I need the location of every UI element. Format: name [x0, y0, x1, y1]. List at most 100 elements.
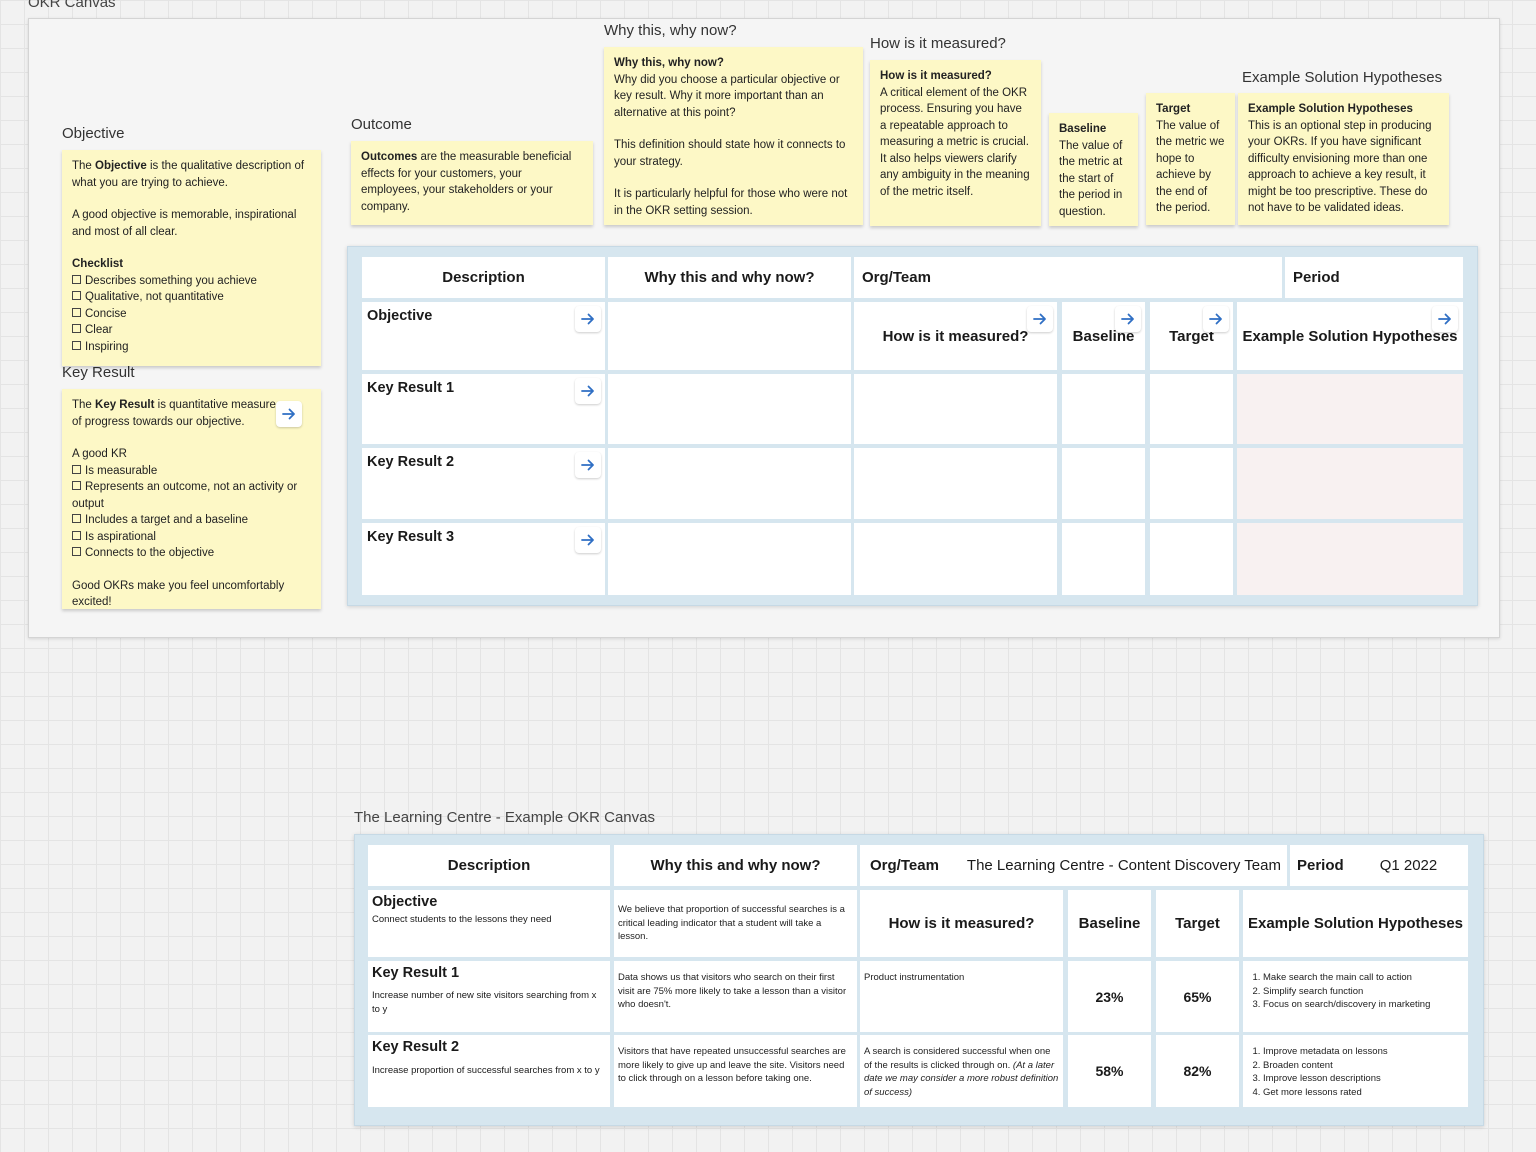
example-sticky-note[interactable]: Example Solution Hypotheses This is an o… [1238, 93, 1449, 225]
ex-header-target: Target [1156, 890, 1239, 957]
kr1-how-cell[interactable] [854, 374, 1057, 444]
ex-kr1-how[interactable]: Product instrumentation [860, 961, 1063, 1032]
kr3-how-cell[interactable] [854, 523, 1057, 595]
ex-objective-cell[interactable]: Objective Connect students to the lesson… [368, 890, 610, 957]
kr3-target-cell[interactable] [1150, 523, 1233, 595]
checkbox-icon [72, 274, 81, 284]
kr2-why-cell[interactable] [608, 448, 851, 519]
kr1-baseline-cell[interactable] [1062, 374, 1145, 444]
solution-list: Improve metadata on lessons Broaden cont… [1247, 1045, 1464, 1099]
checkbox-icon [72, 340, 81, 350]
text: Is aspirational [85, 530, 156, 543]
ex-kr1-label: Key Result 1 [372, 965, 460, 981]
ex-header-how: How is it measured? [860, 890, 1063, 957]
label-example: Example Solution Hypotheses [1242, 69, 1443, 86]
arrow-right-icon[interactable] [1115, 306, 1141, 332]
example-canvas-title[interactable]: The Learning Centre - Example OKR Canvas [354, 809, 655, 826]
text-bold: Example Solution Hypotheses [1248, 103, 1413, 115]
ex-kr1-baseline[interactable]: 23% [1068, 961, 1151, 1032]
ex-kr2-target[interactable]: 82% [1156, 1035, 1239, 1107]
arrow-right-icon[interactable] [1432, 306, 1458, 332]
row-kr1-label[interactable]: Key Result 1 [362, 374, 605, 444]
kr3-example-cell[interactable] [1237, 523, 1463, 595]
objective-sticky-note[interactable]: The Objective is the qualitative descrip… [62, 150, 321, 366]
kr2-baseline-cell[interactable] [1062, 448, 1145, 519]
ex-header-example: Example Solution Hypotheses [1243, 890, 1468, 957]
label-key-result: Key Result [62, 364, 135, 381]
ex-kr2-solutions[interactable]: Improve metadata on lessons Broaden cont… [1243, 1035, 1468, 1107]
period-value: Q1 2022 [1379, 857, 1438, 874]
kr2-example-cell[interactable] [1237, 448, 1463, 519]
ex-kr2-why[interactable]: Visitors that have repeated unsuccessful… [614, 1035, 857, 1107]
baseline-sticky-note[interactable]: Baseline The value of the metric at the … [1049, 113, 1138, 226]
arrow-right-icon[interactable] [575, 378, 601, 404]
checklist-item: Describes something you achieve [72, 273, 311, 290]
header-org-team[interactable]: Org/Team [854, 257, 1282, 298]
arrow-right-icon[interactable] [1027, 306, 1053, 332]
checklist-item: Represents an outcome, not an activity o… [72, 479, 311, 512]
kr1-why-cell[interactable] [608, 374, 851, 444]
checklist-item: Clear [72, 322, 311, 339]
org-team-value: The Learning Centre - Content Discovery … [966, 857, 1281, 874]
text: It is particularly helpful for those who… [614, 188, 848, 217]
ex-kr2-how[interactable]: A search is considered successful when o… [860, 1035, 1063, 1107]
kr1-target-cell[interactable] [1150, 374, 1233, 444]
checklist-title: Checklist [72, 256, 311, 273]
objective-why-cell[interactable] [608, 302, 851, 370]
ex-kr2-label: Key Result 2 [372, 1039, 460, 1055]
checkbox-icon [72, 464, 81, 474]
row-kr2-label[interactable]: Key Result 2 [362, 448, 605, 519]
ex-header-why: Why this and why now? [614, 845, 857, 886]
kr3-why-cell[interactable] [608, 523, 851, 595]
arrow-right-icon[interactable] [575, 452, 601, 478]
text: Good OKRs make you feel uncomfortably ex… [72, 579, 285, 609]
arrow-right-icon[interactable] [575, 306, 601, 332]
ex-kr1-cell[interactable]: Key Result 1 Increase number of new site… [368, 961, 610, 1032]
why-sticky-note[interactable]: Why this, why now? Why did you choose a … [604, 47, 863, 225]
ex-header-org-team[interactable]: Org/Team The Learning Centre - Content D… [860, 845, 1287, 886]
text-bold: Objective [95, 160, 147, 172]
ex-kr2-desc: Increase proportion of successful search… [372, 1065, 600, 1076]
text: The [72, 399, 96, 411]
text: The value of the metric at the start of … [1059, 139, 1123, 218]
row-kr3-label[interactable]: Key Result 3 [362, 523, 605, 595]
row-objective-label[interactable]: Objective [362, 302, 605, 370]
ex-objective-label: Objective [372, 894, 438, 910]
ex-header-period[interactable]: Period Q1 2022 [1290, 845, 1468, 886]
kr3-baseline-cell[interactable] [1062, 523, 1145, 595]
target-sticky-note[interactable]: Target The value of the metric we hope t… [1146, 93, 1235, 225]
label-why: Why this, why now? [604, 22, 737, 39]
text-bold: How is it measured? [880, 70, 992, 82]
kr2-how-cell[interactable] [854, 448, 1057, 519]
label-objective: Objective [62, 125, 125, 142]
ex-kr1-desc: Increase number of new site visitors sea… [372, 990, 597, 1015]
header-description: Description [362, 257, 605, 298]
ex-kr1-why[interactable]: Data shows us that visitors who search o… [614, 961, 857, 1032]
text: Clear [85, 324, 113, 336]
arrow-right-icon[interactable] [1203, 306, 1229, 332]
ex-kr1-solutions[interactable]: Make search the main call to action Simp… [1243, 961, 1468, 1032]
kr1-example-cell[interactable] [1237, 374, 1463, 444]
how-sticky-note[interactable]: How is it measured? A critical element o… [870, 60, 1041, 226]
text: Why did you choose a particular objectiv… [614, 73, 840, 119]
checkbox-icon [72, 514, 81, 523]
arrow-right-icon[interactable] [276, 401, 302, 427]
header-period[interactable]: Period [1285, 257, 1463, 298]
text: Connects to the objective [85, 547, 215, 559]
ex-objective-why[interactable]: We believe that proportion of successful… [614, 890, 857, 957]
kr2-target-cell[interactable] [1150, 448, 1233, 519]
ex-kr1-target[interactable]: 65% [1156, 961, 1239, 1032]
arrow-right-icon[interactable] [575, 527, 601, 553]
label-how: How is it measured? [870, 35, 1006, 52]
checklist-item: Is aspirational [72, 529, 311, 546]
text: Represents an outcome, not an activity o… [72, 481, 298, 510]
checkbox-icon [72, 547, 81, 556]
checkbox-icon [72, 291, 81, 300]
frame-title[interactable]: OKR Canvas [28, 0, 116, 11]
text: A good objective is memorable, inspirati… [72, 209, 297, 238]
outcome-sticky-note[interactable]: Outcomes are the measurable beneficial e… [351, 141, 593, 225]
list-item: Get more lessons rated [1263, 1086, 1464, 1100]
text: This is an optional step in producing yo… [1248, 119, 1432, 215]
ex-kr2-baseline[interactable]: 58% [1068, 1035, 1151, 1107]
ex-kr2-cell[interactable]: Key Result 2 Increase proportion of succ… [368, 1035, 610, 1107]
